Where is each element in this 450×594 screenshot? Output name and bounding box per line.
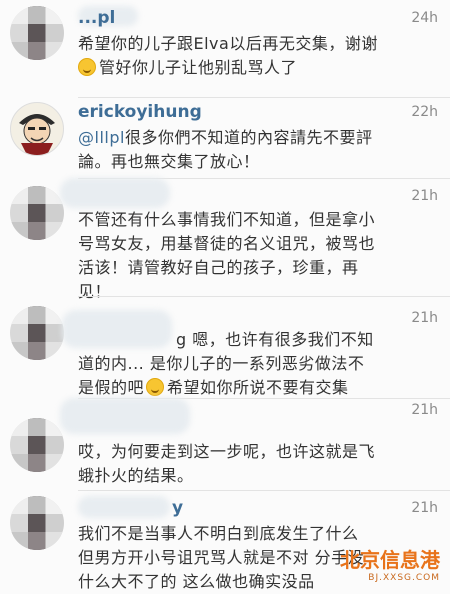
comment-line: 哎，为何要走到这一步呢，也许这就是飞 xyxy=(78,442,376,461)
cartoon-face-icon xyxy=(19,114,55,155)
smile-emoji-icon xyxy=(78,58,96,76)
comment-text: 希望你的儿子跟Elva以后再无交集，谢谢 管好你儿子让他别乱骂人了 xyxy=(78,32,436,80)
comment-line: 論。再也無交集了放心！ xyxy=(78,152,260,171)
avatar[interactable] xyxy=(10,418,64,472)
comment-item: 21h 哎，为何要走到这一步呢，也许这就是飞 蛾扑火的结果。 xyxy=(0,398,450,490)
avatar[interactable] xyxy=(10,102,64,156)
smile-emoji-icon xyxy=(146,378,165,396)
comment-line: 管好你儿子让他别乱骂人了 xyxy=(78,56,436,80)
username[interactable]: ...pl xyxy=(78,8,115,28)
watermark-url: BJ.XXSG.COM xyxy=(368,573,440,583)
comment-line: g 嗯，也许有很多我们不知 xyxy=(176,330,374,349)
timestamp: 22h xyxy=(411,104,438,120)
comment-line: 号骂女友，用基督徒的名义诅咒，被骂也 xyxy=(78,234,376,253)
comment-line: 是假的吧 希望如你所说不要有交集 xyxy=(78,378,349,397)
avatar[interactable] xyxy=(10,496,64,550)
comment-line: 活该！请管教好自己的孩子，珍重，再 xyxy=(78,258,359,277)
comment-item: erickoyihung 22h @lllpl很多你們不知道的內容請先不要評 論… xyxy=(0,98,450,178)
comment-line: 道的内... 是你儿子的一系列恶劣做法不 xyxy=(78,354,365,373)
avatar[interactable] xyxy=(10,306,64,360)
timestamp: 21h xyxy=(411,310,438,326)
username-blur xyxy=(78,496,170,518)
comment-item: 21h 不管还有什么事情我们不知道，但是拿小 号骂女友，用基督徒的名义诅咒，被骂… xyxy=(0,178,450,301)
comment-line: 希望你的儿子跟Elva以后再无交集，谢谢 xyxy=(78,34,378,53)
timestamp: 21h xyxy=(411,402,438,418)
avatar[interactable] xyxy=(10,186,64,240)
comment-item: ...pl 24h 希望你的儿子跟Elva以后再无交集，谢谢 管好你儿子让他别乱… xyxy=(0,0,450,98)
comment-text: g 嗯，也许有很多我们不知 道的内... 是你儿子的一系列恶劣做法不 是假的吧希… xyxy=(78,328,436,400)
watermark-title: 北京信息港 xyxy=(340,548,440,572)
comment-item: 21h g 嗯，也许有很多我们不知 道的内... 是你儿子的一系列恶劣做法不 是… xyxy=(0,296,450,398)
comment-line: 我们不是当事人不明白到底发生了什么 xyxy=(78,524,359,543)
comment-line: @lllpl很多你們不知道的內容請先不要評 xyxy=(78,128,373,147)
username-blur xyxy=(60,178,170,208)
comment-text: @lllpl很多你們不知道的內容請先不要評 論。再也無交集了放心！ xyxy=(78,126,436,174)
comment-text: 哎，为何要走到这一步呢，也许这就是飞 蛾扑火的结果。 xyxy=(78,440,436,488)
timestamp: 21h xyxy=(411,500,438,516)
username[interactable]: erickoyihung xyxy=(78,102,202,122)
avatar[interactable] xyxy=(10,6,64,60)
username-blur xyxy=(60,398,190,434)
comment-line: 不管还有什么事情我们不知道，但是拿小 xyxy=(78,210,376,229)
timestamp: 24h xyxy=(411,10,438,26)
timestamp: 21h xyxy=(411,188,438,204)
mention-link[interactable]: @lllpl xyxy=(78,128,125,147)
comment-line: 蛾扑火的结果。 xyxy=(78,466,194,485)
watermark: 北京信息港 BJ.XXSG.COM xyxy=(340,544,440,583)
username[interactable]: y xyxy=(172,498,183,518)
comment-text: 不管还有什么事情我们不知道，但是拿小 号骂女友，用基督徒的名义诅咒，被骂也 活该… xyxy=(78,208,436,304)
